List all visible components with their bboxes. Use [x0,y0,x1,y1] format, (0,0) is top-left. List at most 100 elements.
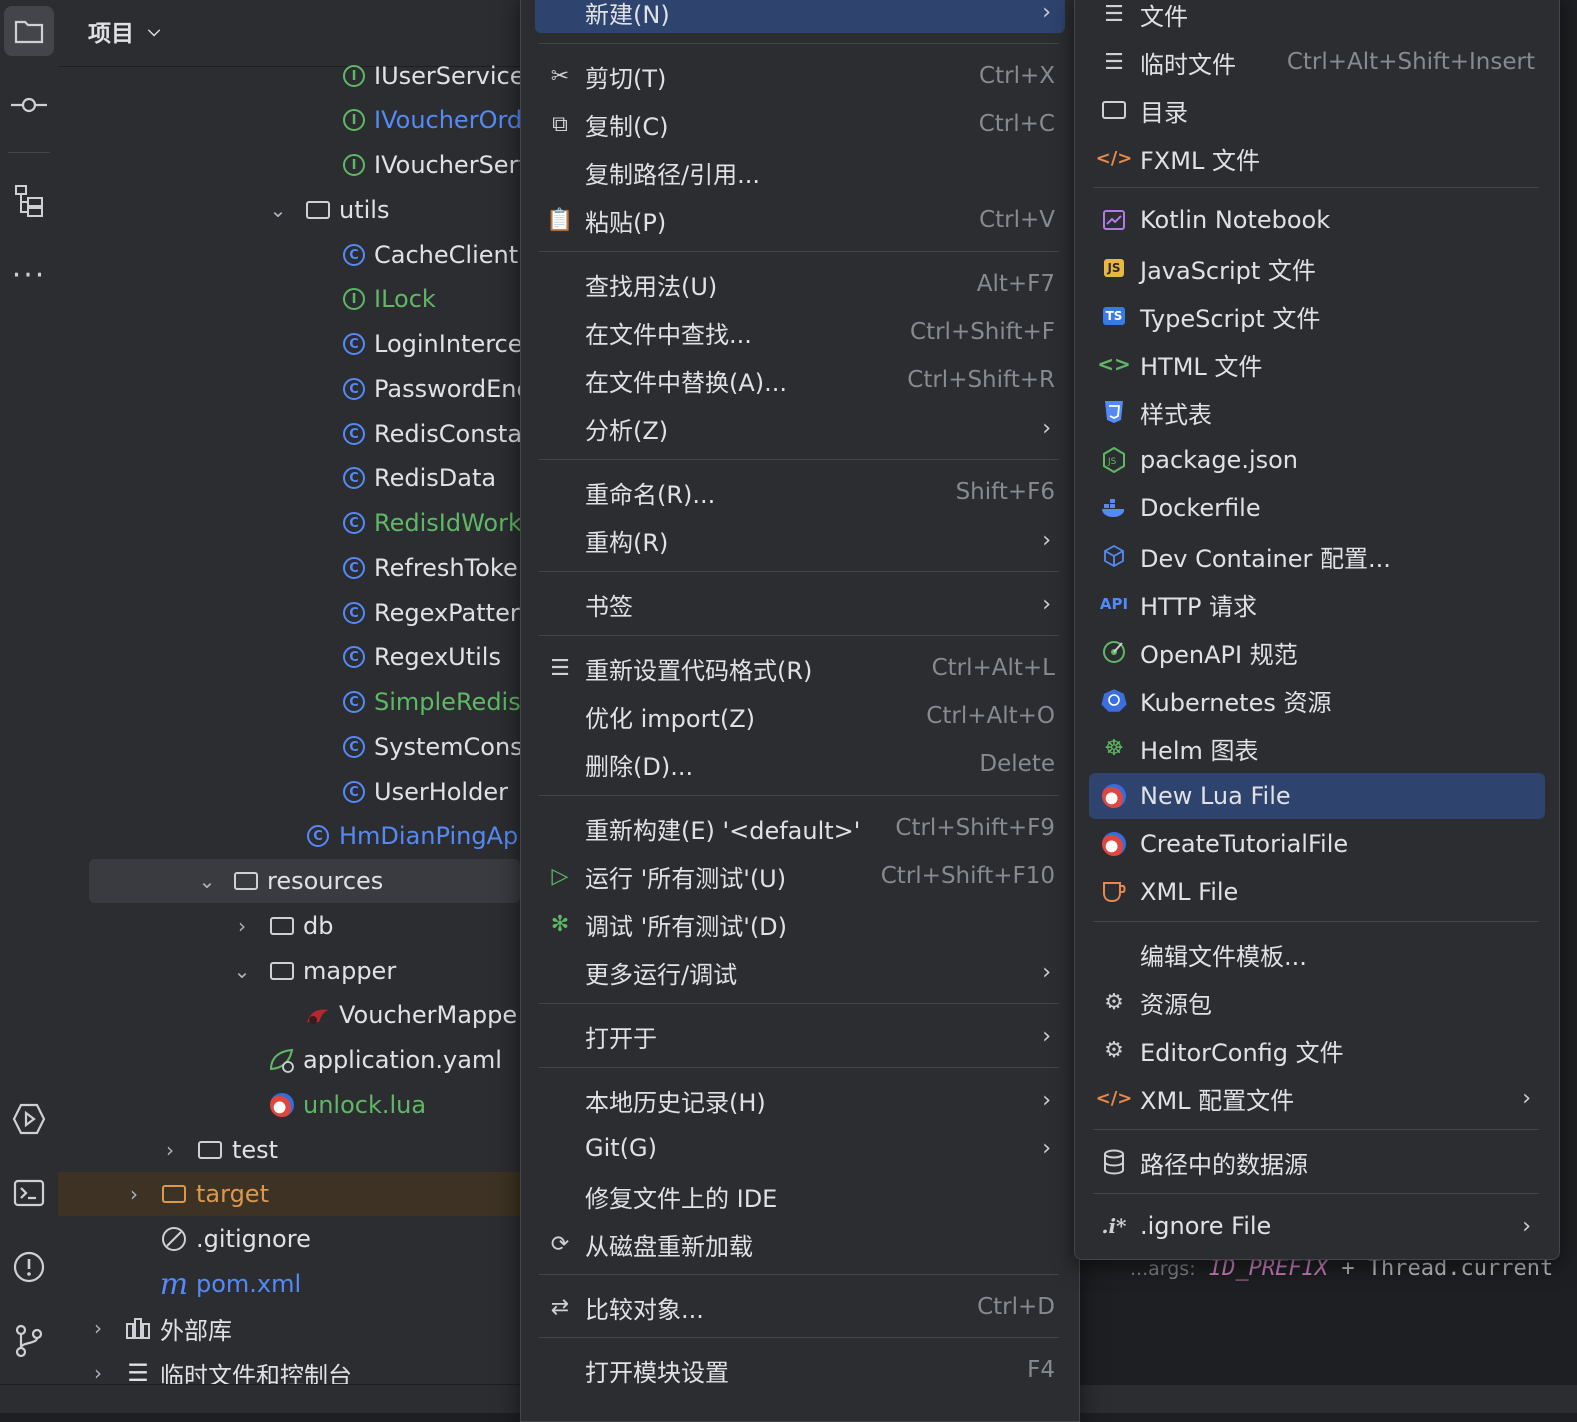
menu-item-compare-with[interactable]: ⇄ 比较对象... Ctrl+D [535,1284,1065,1330]
tree-row[interactable]: C HmDianPingAp [58,814,520,858]
menu-item-copy[interactable]: ⧉ 复制(C) Ctrl+C [535,101,1065,147]
submenu-item-xml-config[interactable]: </> XML 配置文件 › [1089,1075,1545,1121]
submenu-item-ignore-file[interactable]: .i* .ignore File › [1089,1203,1545,1249]
submenu-item-new-lua-file[interactable]: New Lua File [1089,773,1545,819]
submenu-item-package-json[interactable]: JS package.json [1089,437,1545,483]
chevron-right-icon[interactable]: › [124,1182,144,1206]
submenu-item-kubernetes[interactable]: Kubernetes 资源 [1089,677,1545,723]
chevron-right-icon[interactable]: › [88,1361,108,1385]
tree-row-label: LoginInterce [374,330,520,358]
menu-item-rebuild[interactable]: 重新构建(E) '<default>' Ctrl+Shift+F9 [535,805,1065,851]
tree-row[interactable]: C UserHolder [58,770,520,814]
menu-item-run-all-tests[interactable]: ▷ 运行 '所有测试'(U) Ctrl+Shift+F10 [535,853,1065,899]
tree-row-selected[interactable]: ⌄ resources [89,859,520,903]
chevron-right-icon[interactable]: › [88,1316,108,1340]
menu-item-new[interactable]: 新建(N) › [535,0,1065,33]
submenu-item-javascript[interactable]: JS JavaScript 文件 [1089,245,1545,291]
menu-item-bookmarks[interactable]: 书签 › [535,581,1065,627]
tree-row[interactable]: I IVoucherServ [58,143,520,187]
submenu-item-fxml[interactable]: </> FXML 文件 [1089,135,1545,181]
tree-row[interactable]: C RegexPatter [58,591,520,635]
menu-item-git[interactable]: Git(G) › [535,1125,1065,1171]
tree-row[interactable]: › 外部库 [58,1306,520,1350]
menu-item-local-history[interactable]: 本地历史记录(H) › [535,1077,1065,1123]
menu-item-open-in[interactable]: 打开于 › [535,1013,1065,1059]
terminal-icon[interactable] [4,1168,54,1218]
menu-item-find-usages[interactable]: 查找用法(U) Alt+F7 [535,261,1065,307]
submenu-item-editorconfig[interactable]: ⚙ EditorConfig 文件 [1089,1027,1545,1073]
tree-row[interactable]: I IUserService [58,54,520,98]
project-panel-header[interactable]: 项目 ⌵ [88,14,160,48]
menu-item-debug-all-tests[interactable]: ✻ 调试 '所有测试'(D) [535,901,1065,947]
submenu-item-data-source[interactable]: 路径中的数据源 [1089,1139,1545,1185]
submenu-item-stylesheet[interactable]: 样式表 [1089,389,1545,435]
submenu-item-scratch-file[interactable]: ☰ 临时文件 Ctrl+Alt+Shift+Insert [1089,39,1545,85]
menu-item-replace-in-files[interactable]: 在文件中替换(A)... Ctrl+Shift+R [535,357,1065,403]
menu-item-copy-path[interactable]: 复制路径/引用... [535,149,1065,195]
tree-row[interactable]: › test [58,1128,520,1172]
tree-row[interactable]: .gitignore [58,1217,520,1261]
more-icon[interactable]: ··· [4,250,54,300]
git-branch-icon[interactable] [4,1316,54,1366]
submenu-item-resource-bundle[interactable]: ⚙ 资源包 [1089,979,1545,1025]
menu-item-module-settings[interactable]: 打开模块设置 F4 [535,1347,1065,1393]
submenu-item-file[interactable]: ☰ 文件 [1089,0,1545,37]
menu-item-label: 复制(C) [585,112,669,141]
tree-row[interactable]: ⌄ utils [58,188,520,232]
submenu-item-xml-file[interactable]: XML File [1089,869,1545,915]
tree-row[interactable]: C SimpleRedisl [58,680,520,724]
tree-row[interactable]: C SystemConst [58,725,520,769]
submenu-item-directory[interactable]: 目录 [1089,87,1545,133]
menu-item-label: XML File [1140,878,1239,906]
menu-item-find-in-files[interactable]: 在文件中查找... Ctrl+Shift+F [535,309,1065,355]
tree-row[interactable]: application.yaml [58,1038,520,1082]
submenu-item-helm[interactable]: ☸ Helm 图表 [1089,725,1545,771]
commit-icon[interactable] [4,80,54,130]
tree-row[interactable]: VoucherMappe [58,993,520,1037]
tree-row[interactable]: C RegexUtils [58,635,520,679]
tree-row[interactable]: › target [58,1172,520,1216]
tree-row[interactable]: C RedisConsta [58,412,520,456]
tree-row[interactable]: unlock.lua [58,1083,520,1127]
menu-item-rename[interactable]: 重命名(R)... Shift+F6 [535,469,1065,515]
submenu-item-http-request[interactable]: API HTTP 请求 [1089,581,1545,627]
tree-row[interactable]: C RedisData [58,456,520,500]
submenu-item-kotlin-notebook[interactable]: Kotlin Notebook [1089,197,1545,243]
menu-item-reformat[interactable]: ☰ 重新设置代码格式(R) Ctrl+Alt+L [535,645,1065,691]
menu-item-cut[interactable]: ✂ 剪切(T) Ctrl+X [535,53,1065,99]
tree-row[interactable]: I ILock [58,277,520,321]
tree-row[interactable]: › db [58,904,520,948]
tree-row[interactable]: C LoginInterce [58,322,520,366]
structure-icon[interactable] [4,176,54,226]
menu-item-repair-ide[interactable]: 修复文件上的 IDE [535,1173,1065,1219]
tree-row[interactable]: I IVoucherOrd [58,98,520,142]
tree-row[interactable]: C PasswordEnc [58,367,520,411]
menu-item-optimize-imports[interactable]: 优化 import(Z) Ctrl+Alt+O [535,693,1065,739]
submenu-item-create-tutorial-file[interactable]: CreateTutorialFile [1089,821,1545,867]
problems-icon[interactable] [4,1242,54,1292]
chevron-down-icon[interactable]: ⌄ [268,198,288,222]
chevron-down-icon[interactable]: ⌄ [232,959,252,983]
chevron-right-icon[interactable]: › [232,914,252,938]
submenu-item-html[interactable]: <> HTML 文件 [1089,341,1545,387]
menu-item-paste[interactable]: 📋 粘贴(P) Ctrl+V [535,197,1065,243]
tree-row[interactable]: C CacheClient [58,233,520,277]
tree-row[interactable]: C RedisIdWork [58,501,520,545]
menu-item-reload-from-disk[interactable]: ⟳ 从磁盘重新加载 [535,1221,1065,1267]
menu-item-more-run-debug[interactable]: 更多运行/调试 › [535,949,1065,995]
submenu-item-edit-templates[interactable]: 编辑文件模板... [1089,931,1545,977]
submenu-item-typescript[interactable]: TS TypeScript 文件 [1089,293,1545,339]
submenu-item-dockerfile[interactable]: Dockerfile [1089,485,1545,531]
chevron-right-icon[interactable]: › [160,1138,180,1162]
tree-row[interactable]: C RefreshToke [58,546,520,590]
tree-row[interactable]: m pom.xml [58,1262,520,1306]
menu-item-analyze[interactable]: 分析(Z) › [535,405,1065,451]
menu-item-delete[interactable]: 删除(D)... Delete [535,741,1065,787]
menu-item-refactor[interactable]: 重构(R) › [535,517,1065,563]
project-tool-folder-icon[interactable] [4,6,54,56]
chevron-down-icon[interactable]: ⌄ [197,869,217,893]
submenu-item-openapi[interactable]: OpenAPI 规范 [1089,629,1545,675]
submenu-item-dev-container[interactable]: Dev Container 配置... [1089,533,1545,579]
services-icon[interactable] [4,1094,54,1144]
tree-row[interactable]: ⌄ mapper [58,949,520,993]
